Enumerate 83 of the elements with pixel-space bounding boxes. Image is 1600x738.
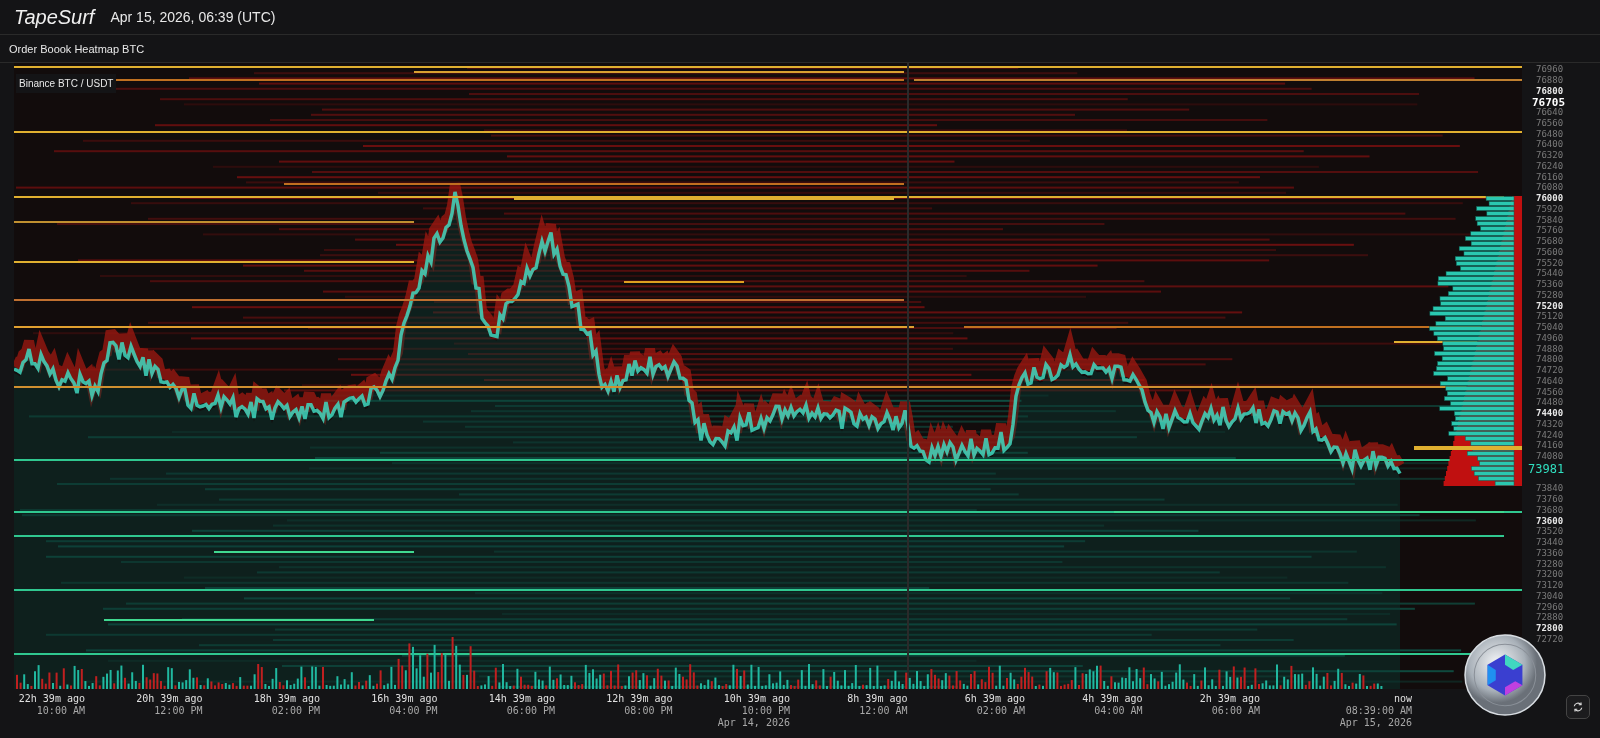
price-label: 74080 <box>1536 450 1564 462</box>
price-label: 74880 <box>1536 342 1564 355</box>
price-label: 76480 <box>1536 127 1564 140</box>
price-label: 74560 <box>1536 385 1564 398</box>
time-label: 04:00 PM <box>389 705 438 717</box>
price-label: 75040 <box>1536 321 1564 333</box>
price-label: 75520 <box>1536 256 1564 269</box>
price-label: 75440 <box>1536 267 1564 280</box>
price-label: 76240 <box>1536 159 1564 172</box>
time-ago-label: 18h 39m ago <box>253 693 320 705</box>
price-label: 73680 <box>1536 503 1564 516</box>
price-label: 75920 <box>1536 202 1564 215</box>
price-label: 74640 <box>1536 374 1564 387</box>
date-label: Apr 14, 2026 <box>717 717 790 729</box>
price-label: 75280 <box>1536 288 1564 301</box>
panel-title: Order Boook Heatmap BTC <box>9 42 145 55</box>
price-label: 74320 <box>1536 417 1564 430</box>
price-label: 75360 <box>1536 278 1564 290</box>
price-label: 73440 <box>1536 536 1564 548</box>
price-label: 73200 <box>1536 568 1564 581</box>
time-label: 12:00 AM <box>859 705 908 717</box>
price-label: 76000 <box>1536 192 1564 204</box>
price-label: 72800 <box>1536 622 1564 634</box>
price-label: 73840 <box>1536 482 1564 495</box>
price-label: 74720 <box>1536 364 1564 376</box>
price-label: 73280 <box>1536 557 1564 570</box>
price-label: 73600 <box>1536 514 1564 527</box>
time-ago-label: 16h 39m ago <box>371 693 438 705</box>
price-label: 76960 <box>1536 63 1564 75</box>
time-label: 04:00 AM <box>1094 705 1143 717</box>
logo: TapeSurf <box>14 5 95 29</box>
price-label: 74480 <box>1536 396 1564 409</box>
refresh-icon <box>1572 701 1584 713</box>
market-label: Binance BTC / USDT <box>16 74 117 93</box>
price-label: 72880 <box>1536 611 1564 624</box>
price-label: 73360 <box>1536 546 1564 559</box>
price-label: 74240 <box>1536 428 1564 441</box>
price-label: 75680 <box>1536 235 1564 247</box>
time-label: 02:00 PM <box>271 705 320 717</box>
price-label: 73760 <box>1536 493 1564 505</box>
price-label: 76080 <box>1536 181 1564 194</box>
price-label: 75120 <box>1536 310 1564 323</box>
time-label: 06:00 PM <box>506 705 555 717</box>
price-label: 72960 <box>1536 600 1564 613</box>
date-label: Apr 15, 2026 <box>1339 717 1412 729</box>
time-ago-label: 8h 39m ago <box>847 693 908 705</box>
time-label: 10:00 PM <box>741 705 790 717</box>
price-label: 75600 <box>1536 245 1564 258</box>
price-label: 74800 <box>1536 353 1564 366</box>
price-label: 76320 <box>1536 149 1564 161</box>
time-label: 08:00 PM <box>624 705 673 717</box>
price-label: 74400 <box>1536 407 1564 419</box>
time-ago-label: 4h 39m ago <box>1082 693 1143 705</box>
price-label: 75760 <box>1536 224 1564 237</box>
time-label: 02:00 AM <box>976 705 1025 717</box>
price-label: 76800 <box>1536 84 1564 97</box>
price-label: 73520 <box>1536 525 1564 538</box>
time-ago-label: 10h 39m ago <box>723 693 790 705</box>
price-label: 75840 <box>1536 213 1564 226</box>
price-label: 76400 <box>1536 138 1564 151</box>
time-ago-label: now <box>1393 693 1412 705</box>
date-time: Apr 15, 2026, 06:39 (UTC) <box>110 9 276 25</box>
time-ago-label: 12h 39m ago <box>606 693 673 705</box>
refresh-button[interactable] <box>1566 695 1590 719</box>
time-ago-label: 22h 39m ago <box>18 693 85 705</box>
time-ago-label: 14h 39m ago <box>488 693 555 705</box>
price-label: 76560 <box>1536 116 1564 129</box>
price-label: 76640 <box>1536 106 1564 118</box>
time-label: 10:00 AM <box>36 705 85 717</box>
time-ago-label: 2h 39m ago <box>1199 693 1260 705</box>
price-label: 76880 <box>1536 73 1564 86</box>
price-label: 76160 <box>1536 170 1564 183</box>
price-label: 73040 <box>1536 589 1564 602</box>
time-ago-label: 20h 39m ago <box>136 693 203 705</box>
price-label: 74160 <box>1536 439 1564 452</box>
time-label: 08:39:00 AM <box>1345 705 1412 717</box>
price-label: 74960 <box>1536 331 1564 344</box>
time-ago-label: 6h 39m ago <box>964 693 1025 705</box>
time-label: 12:00 PM <box>154 705 203 717</box>
price-label: 73120 <box>1536 579 1564 591</box>
price-label: 75200 <box>1536 299 1564 312</box>
time-label: 06:00 AM <box>1211 705 1260 717</box>
price-label: 72720 <box>1536 632 1564 645</box>
